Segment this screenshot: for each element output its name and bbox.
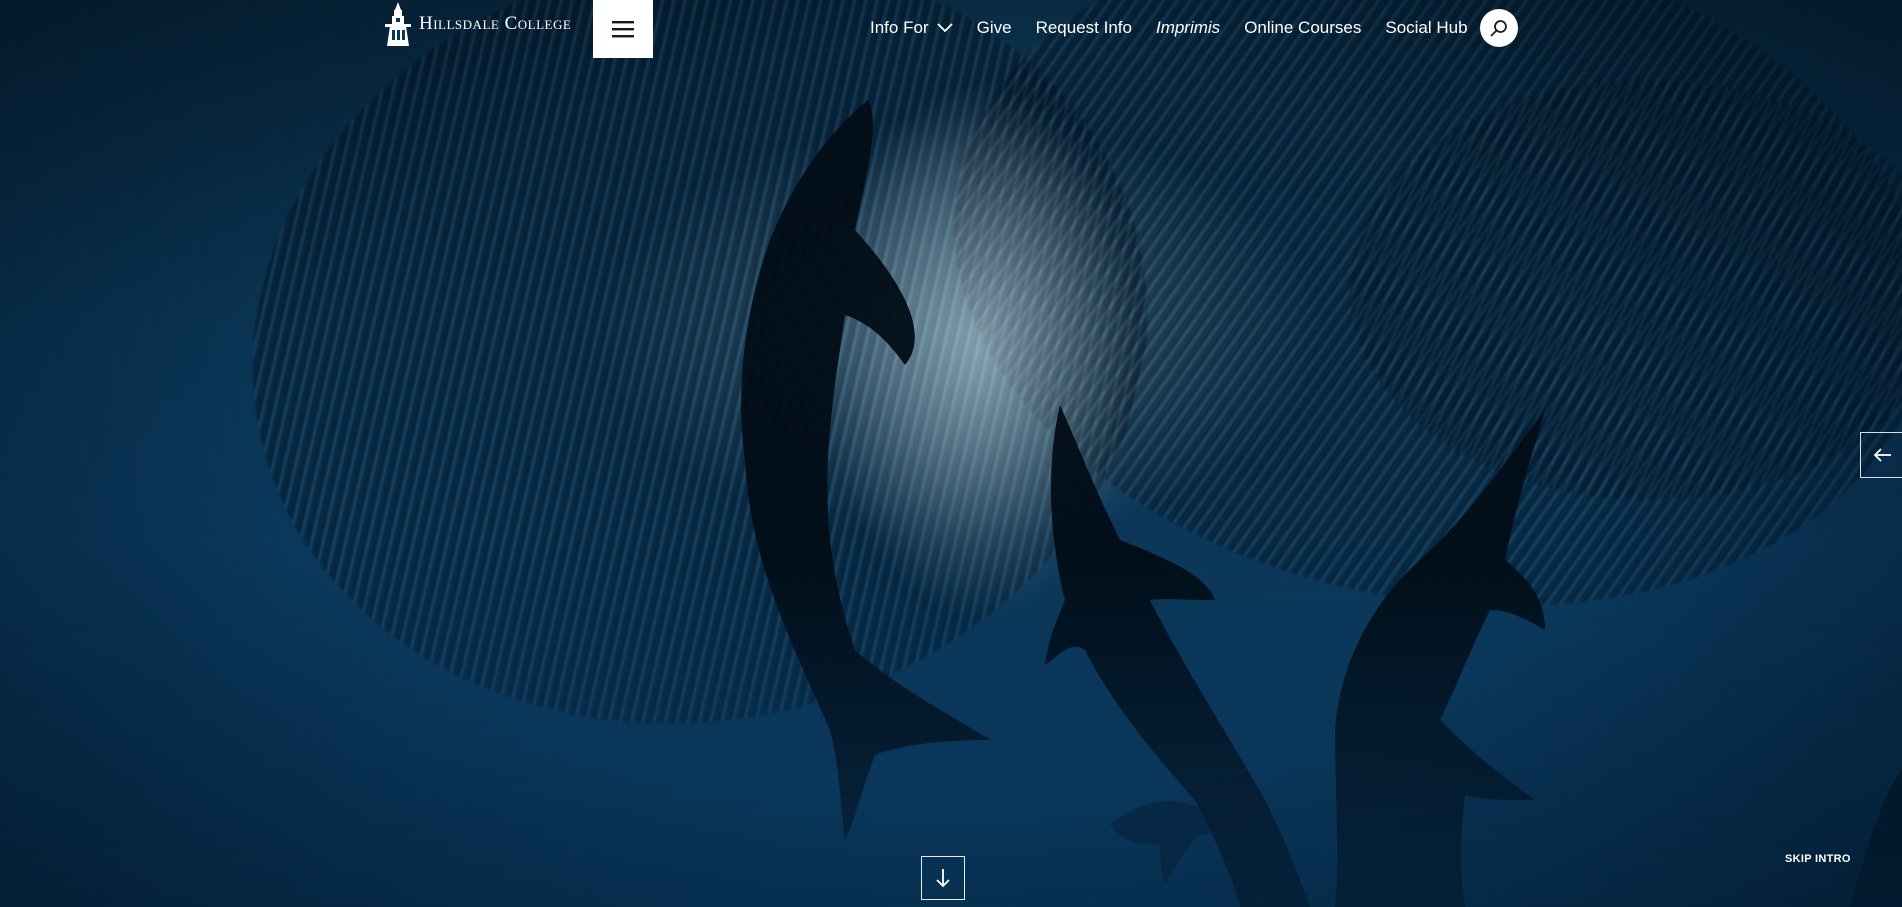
arrow-down-icon bbox=[936, 869, 950, 888]
chevron-down-icon bbox=[936, 23, 953, 33]
arrow-left-icon bbox=[1873, 448, 1891, 462]
nav-info-for-label: Info For bbox=[870, 18, 929, 37]
site-header: Hillsdale College Info For Give Request … bbox=[0, 0, 1902, 60]
nav-social-hub[interactable]: Social Hub bbox=[1385, 18, 1467, 38]
hero-video-background: Hillsdale College Info For Give Request … bbox=[0, 0, 1902, 907]
logo-text: Hillsdale College bbox=[419, 13, 572, 34]
previous-slide-button[interactable] bbox=[1860, 432, 1902, 478]
skip-intro-link[interactable]: SKIP INTRO bbox=[1785, 853, 1851, 865]
college-tower-icon bbox=[385, 2, 411, 46]
nav-imprimis[interactable]: Imprimis bbox=[1156, 18, 1220, 38]
vignette bbox=[0, 0, 1902, 907]
hamburger-menu-icon bbox=[612, 21, 634, 38]
hillsdale-logo[interactable]: Hillsdale College bbox=[383, 2, 571, 46]
nav-online-courses[interactable]: Online Courses bbox=[1244, 18, 1361, 38]
nav-give[interactable]: Give bbox=[977, 18, 1012, 38]
scroll-down-button[interactable] bbox=[921, 856, 965, 900]
search-icon bbox=[1490, 20, 1507, 37]
nav-request-info[interactable]: Request Info bbox=[1036, 18, 1132, 38]
main-nav: Info For Give Request Info Imprimis Onli… bbox=[870, 14, 1492, 42]
search-button[interactable] bbox=[1480, 9, 1518, 47]
nav-info-for[interactable]: Info For bbox=[870, 18, 953, 38]
menu-button[interactable] bbox=[593, 0, 653, 58]
